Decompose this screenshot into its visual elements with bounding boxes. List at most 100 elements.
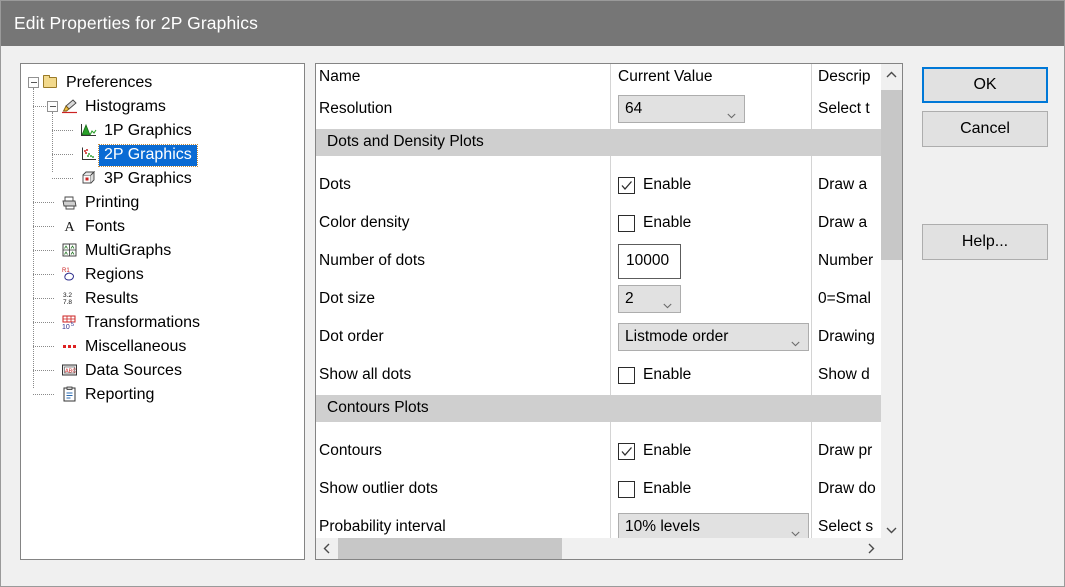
tree-item-fonts[interactable]: AFonts [21, 215, 304, 239]
grid-header-row: Name Current Value Descrip [316, 64, 902, 91]
tree-item-histograms[interactable]: Histograms [21, 95, 304, 119]
chevron-down-icon[interactable] [791, 524, 800, 533]
combobox-dot-size[interactable]: 2 [618, 285, 681, 313]
combobox-resolution[interactable]: 64 [618, 95, 745, 123]
grid-row[interactable]: ContoursDraw prEnable [316, 433, 902, 471]
checkbox-label: Enable [643, 480, 691, 498]
checkbox-label: Enable [643, 366, 691, 384]
textbox-number-of-dots[interactable]: 10000 [618, 244, 681, 279]
grid-section-label: Dots and Density Plots [327, 133, 484, 151]
edit-properties-dialog: Edit Properties for 2P Graphics Preferen… [0, 0, 1065, 587]
grid-row-name: Show outlier dots [319, 480, 438, 498]
tree-item-2p-graphics[interactable]: 2P Graphics [21, 143, 304, 167]
grid-row-description: Draw do [818, 480, 888, 498]
column-header-descrip[interactable]: Descrip [818, 68, 878, 86]
scroll-down-button[interactable] [881, 519, 902, 540]
svg-text:3.2: 3.2 [63, 292, 72, 299]
grid-horizontal-scrollbar[interactable] [316, 538, 902, 559]
scrollbar-corner [881, 538, 902, 559]
grid-row-name: Contours [319, 442, 382, 460]
chevron-up-icon [886, 71, 897, 79]
scroll-up-button[interactable] [881, 64, 902, 85]
tree-expander-collapse[interactable] [28, 77, 39, 88]
tree-item-label: Reporting [80, 387, 154, 403]
cancel-button[interactable]: Cancel [922, 111, 1048, 147]
scroll-right-button[interactable] [860, 538, 881, 559]
grid-section-label: Contours Plots [327, 399, 429, 417]
checkbox-empty-icon[interactable] [618, 215, 635, 232]
column-divider-2 [811, 64, 812, 91]
grid-row[interactable]: Dot size0=Smal2 [316, 281, 902, 319]
grid-row-name: Color density [319, 214, 409, 232]
tree-item-regions[interactable]: R1Regions [21, 263, 304, 287]
printer-icon [61, 194, 78, 210]
checkbox-show-outlier-dots[interactable]: Enable [618, 480, 691, 498]
data-sources-icon: ABC [61, 362, 78, 378]
checkbox-show-all-dots[interactable]: Enable [618, 366, 691, 384]
tree-item-miscellaneous[interactable]: Miscellaneous [21, 335, 304, 359]
grid-row[interactable]: Number of dotsNumber10000 [316, 243, 902, 281]
grid-row[interactable]: ResolutionSelect t64 [316, 91, 902, 129]
tree-item-3p-graphics[interactable]: 3P Graphics [21, 167, 304, 191]
tree-item-label: Histograms [80, 99, 166, 115]
combobox-dot-order[interactable]: Listmode order [618, 323, 809, 351]
grid-row[interactable]: Dot orderDrawingListmode order [316, 319, 902, 357]
multigraph-icon [61, 242, 78, 258]
transformations-icon: 105 [61, 314, 78, 330]
chevron-down-icon[interactable] [663, 296, 672, 305]
grid-row[interactable]: Dots Draw a Enable [316, 167, 902, 205]
checkbox-contours[interactable]: Enable [618, 442, 691, 460]
horizontal-scroll-thumb[interactable] [338, 538, 562, 559]
checkbox-color-density[interactable]: Enable [618, 214, 691, 232]
tree-item-transformations[interactable]: 105Transformations [21, 311, 304, 335]
tree-item-printing[interactable]: Printing [21, 191, 304, 215]
grid-section-header: Contours Plots [316, 395, 902, 422]
results-icon: 3.27.8 [61, 290, 78, 306]
chevron-down-icon[interactable] [727, 106, 736, 115]
column-divider-1 [610, 64, 611, 91]
column-header-name[interactable]: Name [319, 68, 360, 86]
grid-row[interactable]: Show outlier dots Draw do Enable [316, 471, 902, 509]
properties-grid-panel[interactable]: Name Current Value Descrip ResolutionSel… [315, 63, 903, 560]
checkbox-empty-icon[interactable] [618, 481, 635, 498]
column-header-value[interactable]: Current Value [618, 68, 712, 86]
grid-row-description: Select t [818, 100, 888, 118]
tree-item-reporting[interactable]: Reporting [21, 383, 304, 407]
help-button[interactable]: Help... [922, 224, 1048, 260]
checkmark-icon[interactable] [618, 177, 635, 194]
tree-expander-collapse[interactable] [47, 101, 58, 112]
tree-item-preferences[interactable]: Preferences [21, 71, 304, 95]
checkbox-dots[interactable]: Enable [618, 176, 691, 194]
grid-row-description: Draw a [818, 214, 888, 232]
grid-row-name: Dots [319, 176, 351, 194]
vertical-scroll-thumb[interactable] [881, 90, 902, 260]
ok-button[interactable]: OK [922, 67, 1048, 103]
grid-row[interactable]: Color density Draw a Enable [316, 205, 902, 243]
window-title: Edit Properties for 2P Graphics [14, 13, 258, 34]
tree-item-label: Fonts [80, 219, 125, 235]
tree-item-results[interactable]: 3.27.8Results [21, 287, 304, 311]
title-bar: Edit Properties for 2P Graphics [1, 1, 1065, 46]
chevron-down-icon[interactable] [791, 334, 800, 343]
grid-row-description: Draw a [818, 176, 888, 194]
svg-text:7.8: 7.8 [63, 299, 72, 306]
paintbrush-icon [61, 98, 78, 114]
tree-item-label: 3P Graphics [99, 171, 192, 187]
combobox-probability-interval[interactable]: 10% levels [618, 513, 809, 541]
scroll-left-button[interactable] [316, 538, 337, 559]
grid-row-description: Number [818, 252, 888, 270]
preferences-tree-panel[interactable]: Preferences Histograms 1P Graphics2P Graph… [20, 63, 305, 560]
tree-item-1p-graphics[interactable]: 1P Graphics [21, 119, 304, 143]
reporting-icon [61, 386, 78, 402]
checkbox-empty-icon[interactable] [618, 367, 635, 384]
tree-item-data-sources[interactable]: ABCData Sources [21, 359, 304, 383]
tree-item-multigraphs[interactable]: MultiGraphs [21, 239, 304, 263]
grid-row[interactable]: Show all dotsShow dEnable [316, 357, 902, 395]
grid-row-description: Select s [818, 518, 888, 536]
tree-item-label: Miscellaneous [80, 339, 186, 355]
grid-row-name: Probability interval [319, 518, 446, 536]
tree-item-label: Preferences [61, 75, 152, 91]
scatter-2p-icon [80, 146, 97, 162]
checkmark-icon[interactable] [618, 443, 635, 460]
grid-vertical-scrollbar[interactable] [881, 64, 902, 540]
